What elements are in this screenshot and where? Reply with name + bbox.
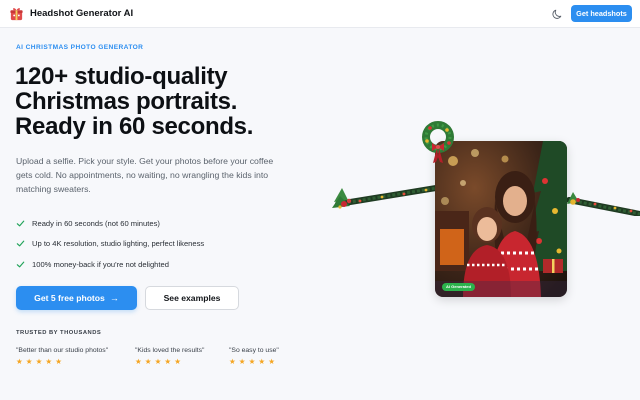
feature-text: Ready in 60 seconds (not 60 minutes) — [32, 218, 160, 228]
button-label: Get 5 free photos — [34, 293, 105, 303]
garland-left-icon — [332, 185, 438, 209]
star-rating: ★ ★ ★ ★ ★ — [135, 357, 182, 366]
christmas-wreath-icon — [422, 121, 454, 163]
feature-text: Up to 4K resolution, studio lighting, pe… — [32, 239, 205, 249]
see-examples-button[interactable]: See examples — [145, 286, 239, 310]
description-line: Upload a selfie. Pick your style. Get yo… — [16, 156, 274, 166]
testimonial-quote: "Kids loved the results" — [135, 347, 205, 354]
testimonial: "Better than our studio photos" ★ ★ ★ ★ … — [16, 347, 108, 366]
testimonial: "Kids loved the results" ★ ★ ★ ★ ★ — [135, 347, 204, 366]
page-title: 120+ studio-quality Christmas portraits.… — [15, 64, 345, 139]
testimonial-quote: "Better than our studio photos" — [16, 347, 109, 354]
ai-generated-badge: AI Generated — [442, 283, 475, 291]
moon-icon[interactable] — [552, 8, 564, 20]
get-headshots-button[interactable]: Get headshots — [571, 5, 632, 22]
gift-box-logo-icon — [10, 8, 23, 21]
brand-name: Headshot Generator AI — [30, 8, 134, 19]
description-line: matching sweaters. — [16, 184, 91, 195]
description-line: gets cold. No appointments, no waiting, … — [16, 170, 269, 181]
feature-item: Up to 4K resolution, studio lighting, pe… — [16, 234, 204, 255]
headline-line: Ready in 60 seconds. — [15, 113, 254, 140]
get-free-photos-button[interactable]: Get 5 free photos → — [16, 286, 137, 310]
testimonial-quote: "So easy to use" — [229, 347, 279, 354]
trusted-label: TRUSTED BY THOUSANDS — [16, 330, 102, 336]
top-nav: Headshot Generator AI Get headshots — [0, 0, 640, 28]
brand[interactable]: Headshot Generator AI — [9, 6, 133, 21]
feature-text: 100% money-back if you're not delighted — [32, 259, 169, 269]
check-icon — [16, 220, 25, 227]
feature-list: Ready in 60 seconds (not 60 minutes) Up … — [16, 213, 204, 275]
star-rating: ★ ★ ★ ★ ★ — [229, 357, 276, 366]
arrow-right-icon: → — [109, 293, 119, 303]
check-icon — [16, 240, 25, 247]
feature-item: Ready in 60 seconds (not 60 minutes) — [16, 213, 204, 234]
star-rating: ★ ★ ★ ★ ★ — [16, 357, 63, 366]
check-icon — [16, 261, 25, 268]
hero-description: Upload a selfie. Pick your style. Get yo… — [16, 154, 316, 197]
feature-item: 100% money-back if you're not delighted — [16, 254, 204, 275]
eyebrow-label: AI CHRISTMAS PHOTO GENERATOR — [16, 44, 144, 51]
headline-line: Christmas portraits. — [15, 88, 238, 115]
garland-right-icon — [566, 192, 640, 216]
testimonial: "So easy to use" ★ ★ ★ ★ ★ — [229, 347, 279, 366]
headline-line: 120+ studio-quality — [15, 63, 228, 90]
